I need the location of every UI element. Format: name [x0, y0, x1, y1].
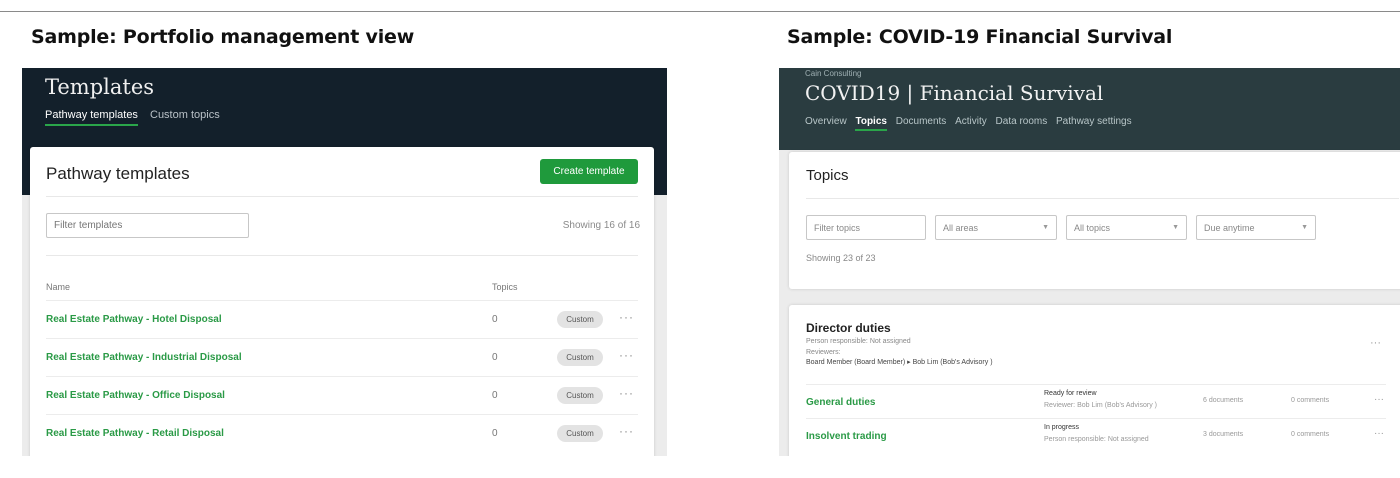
topics-count: 0 [492, 352, 498, 363]
table-row: Real Estate Pathway - Hotel Disposal 0 C… [46, 300, 638, 338]
column-header-name: Name [46, 282, 71, 292]
list-item: Insolvent trading In progress Person res… [806, 418, 1386, 452]
divider [46, 255, 638, 256]
topics-title: Topics [806, 167, 849, 184]
director-duties-card: Director duties Person responsible: Not … [789, 305, 1400, 456]
due-value: Due anytime [1204, 222, 1255, 233]
custom-badge: Custom [557, 387, 603, 404]
tab-overview[interactable]: Overview [805, 116, 847, 129]
reviewers-label: Reviewers: [806, 349, 841, 356]
filter-templates-input[interactable] [46, 213, 249, 238]
table-row: Real Estate Pathway - Retail Disposal 0 … [46, 414, 638, 452]
topics-count: 0 [492, 428, 498, 439]
topic-link[interactable]: Insolvent trading [806, 431, 887, 442]
templates-nav: Pathway templates Custom topics [45, 109, 229, 126]
topics-count: 0 [492, 314, 498, 325]
list-item: General duties Ready for review Reviewer… [806, 384, 1386, 418]
create-template-button[interactable]: Create template [540, 159, 638, 184]
showing-count: Showing 23 of 23 [806, 253, 876, 263]
top-divider [0, 11, 1400, 12]
more-menu-icon[interactable]: ··· [619, 348, 634, 362]
tab-documents[interactable]: Documents [896, 116, 947, 129]
topic-status: Ready for review [1044, 390, 1097, 397]
due-dropdown[interactable]: Due anytime ▼ [1196, 215, 1316, 240]
tab-activity[interactable]: Activity [955, 116, 987, 129]
tab-pathway-templates[interactable]: Pathway templates [45, 109, 138, 126]
section-title: Director duties [806, 321, 891, 335]
pathway-header: Cain Consulting COVID19 | Financial Surv… [779, 68, 1400, 150]
areas-dropdown[interactable]: All areas ▼ [935, 215, 1057, 240]
caret-down-icon: ▼ [1042, 224, 1049, 231]
areas-value: All areas [943, 222, 979, 233]
documents-count: 3 documents [1203, 431, 1244, 438]
custom-badge: Custom [557, 349, 603, 366]
organization-label: Cain Consulting [805, 69, 862, 78]
pathway-templates-card: Pathway templates Create template Showin… [30, 147, 654, 456]
topics-card: Topics Filter topics All areas ▼ All top… [789, 152, 1400, 289]
tab-data-rooms[interactable]: Data rooms [996, 116, 1048, 129]
more-menu-icon[interactable]: ··· [1370, 337, 1381, 349]
pathway-nav: Overview Topics Documents Activity Data … [805, 116, 1138, 131]
tab-pathway-settings[interactable]: Pathway settings [1056, 116, 1132, 129]
template-link[interactable]: Real Estate Pathway - Hotel Disposal [46, 314, 222, 325]
page-title: Templates [45, 75, 155, 99]
divider [806, 198, 1399, 199]
tab-topics[interactable]: Topics [855, 116, 887, 131]
documents-count: 6 documents [1203, 397, 1244, 404]
template-link[interactable]: Real Estate Pathway - Industrial Disposa… [46, 352, 242, 363]
caret-down-icon: ▼ [1172, 224, 1179, 231]
person-responsible: Person responsible: Not assigned [806, 338, 911, 345]
template-link[interactable]: Real Estate Pathway - Retail Disposal [46, 428, 224, 439]
portfolio-screenshot: Templates Pathway templates Custom topic… [22, 68, 667, 456]
topics-dropdown[interactable]: All topics ▼ [1066, 215, 1187, 240]
showing-count: Showing 16 of 16 [562, 220, 640, 231]
filter-topics-input[interactable]: Filter topics [806, 215, 926, 240]
topic-status: In progress [1044, 424, 1080, 431]
comments-count: 0 comments [1291, 431, 1330, 438]
custom-badge: Custom [557, 425, 603, 442]
topics-value: All topics [1074, 222, 1111, 233]
card-title: Pathway templates [46, 164, 190, 183]
topics-count: 0 [492, 390, 498, 401]
tab-custom-topics[interactable]: Custom topics [150, 109, 220, 124]
more-menu-icon[interactable]: ··· [619, 310, 634, 324]
comments-count: 0 comments [1291, 397, 1330, 404]
filter-topics-placeholder: Filter topics [814, 222, 861, 233]
table-row: Real Estate Pathway - Industrial Disposa… [46, 338, 638, 376]
right-sample-heading: Sample: COVID-19 Financial Survival [787, 26, 1173, 48]
reviewers-value: Board Member (Board Member) ▸ Bob Lim (B… [806, 359, 993, 366]
more-menu-icon[interactable]: ··· [619, 386, 634, 400]
topic-link[interactable]: General duties [806, 397, 875, 408]
more-menu-icon[interactable]: ··· [619, 424, 634, 438]
topic-assignee: Person responsible: Not assigned [1044, 436, 1149, 443]
custom-badge: Custom [557, 311, 603, 328]
divider [46, 196, 638, 197]
column-header-topics: Topics [492, 282, 518, 292]
covid-screenshot: Cain Consulting COVID19 | Financial Surv… [779, 68, 1400, 456]
table-row: Real Estate Pathway - Office Disposal 0 … [46, 376, 638, 414]
more-menu-icon[interactable]: ··· [1374, 428, 1384, 439]
caret-down-icon: ▼ [1301, 224, 1308, 231]
template-link[interactable]: Real Estate Pathway - Office Disposal [46, 390, 225, 401]
page-title: COVID19 | Financial Survival [805, 81, 1104, 105]
left-sample-heading: Sample: Portfolio management view [31, 26, 415, 48]
topic-assignee: Reviewer: Bob Lim (Bob's Advisory ) [1044, 402, 1157, 409]
more-menu-icon[interactable]: ··· [1374, 394, 1384, 405]
